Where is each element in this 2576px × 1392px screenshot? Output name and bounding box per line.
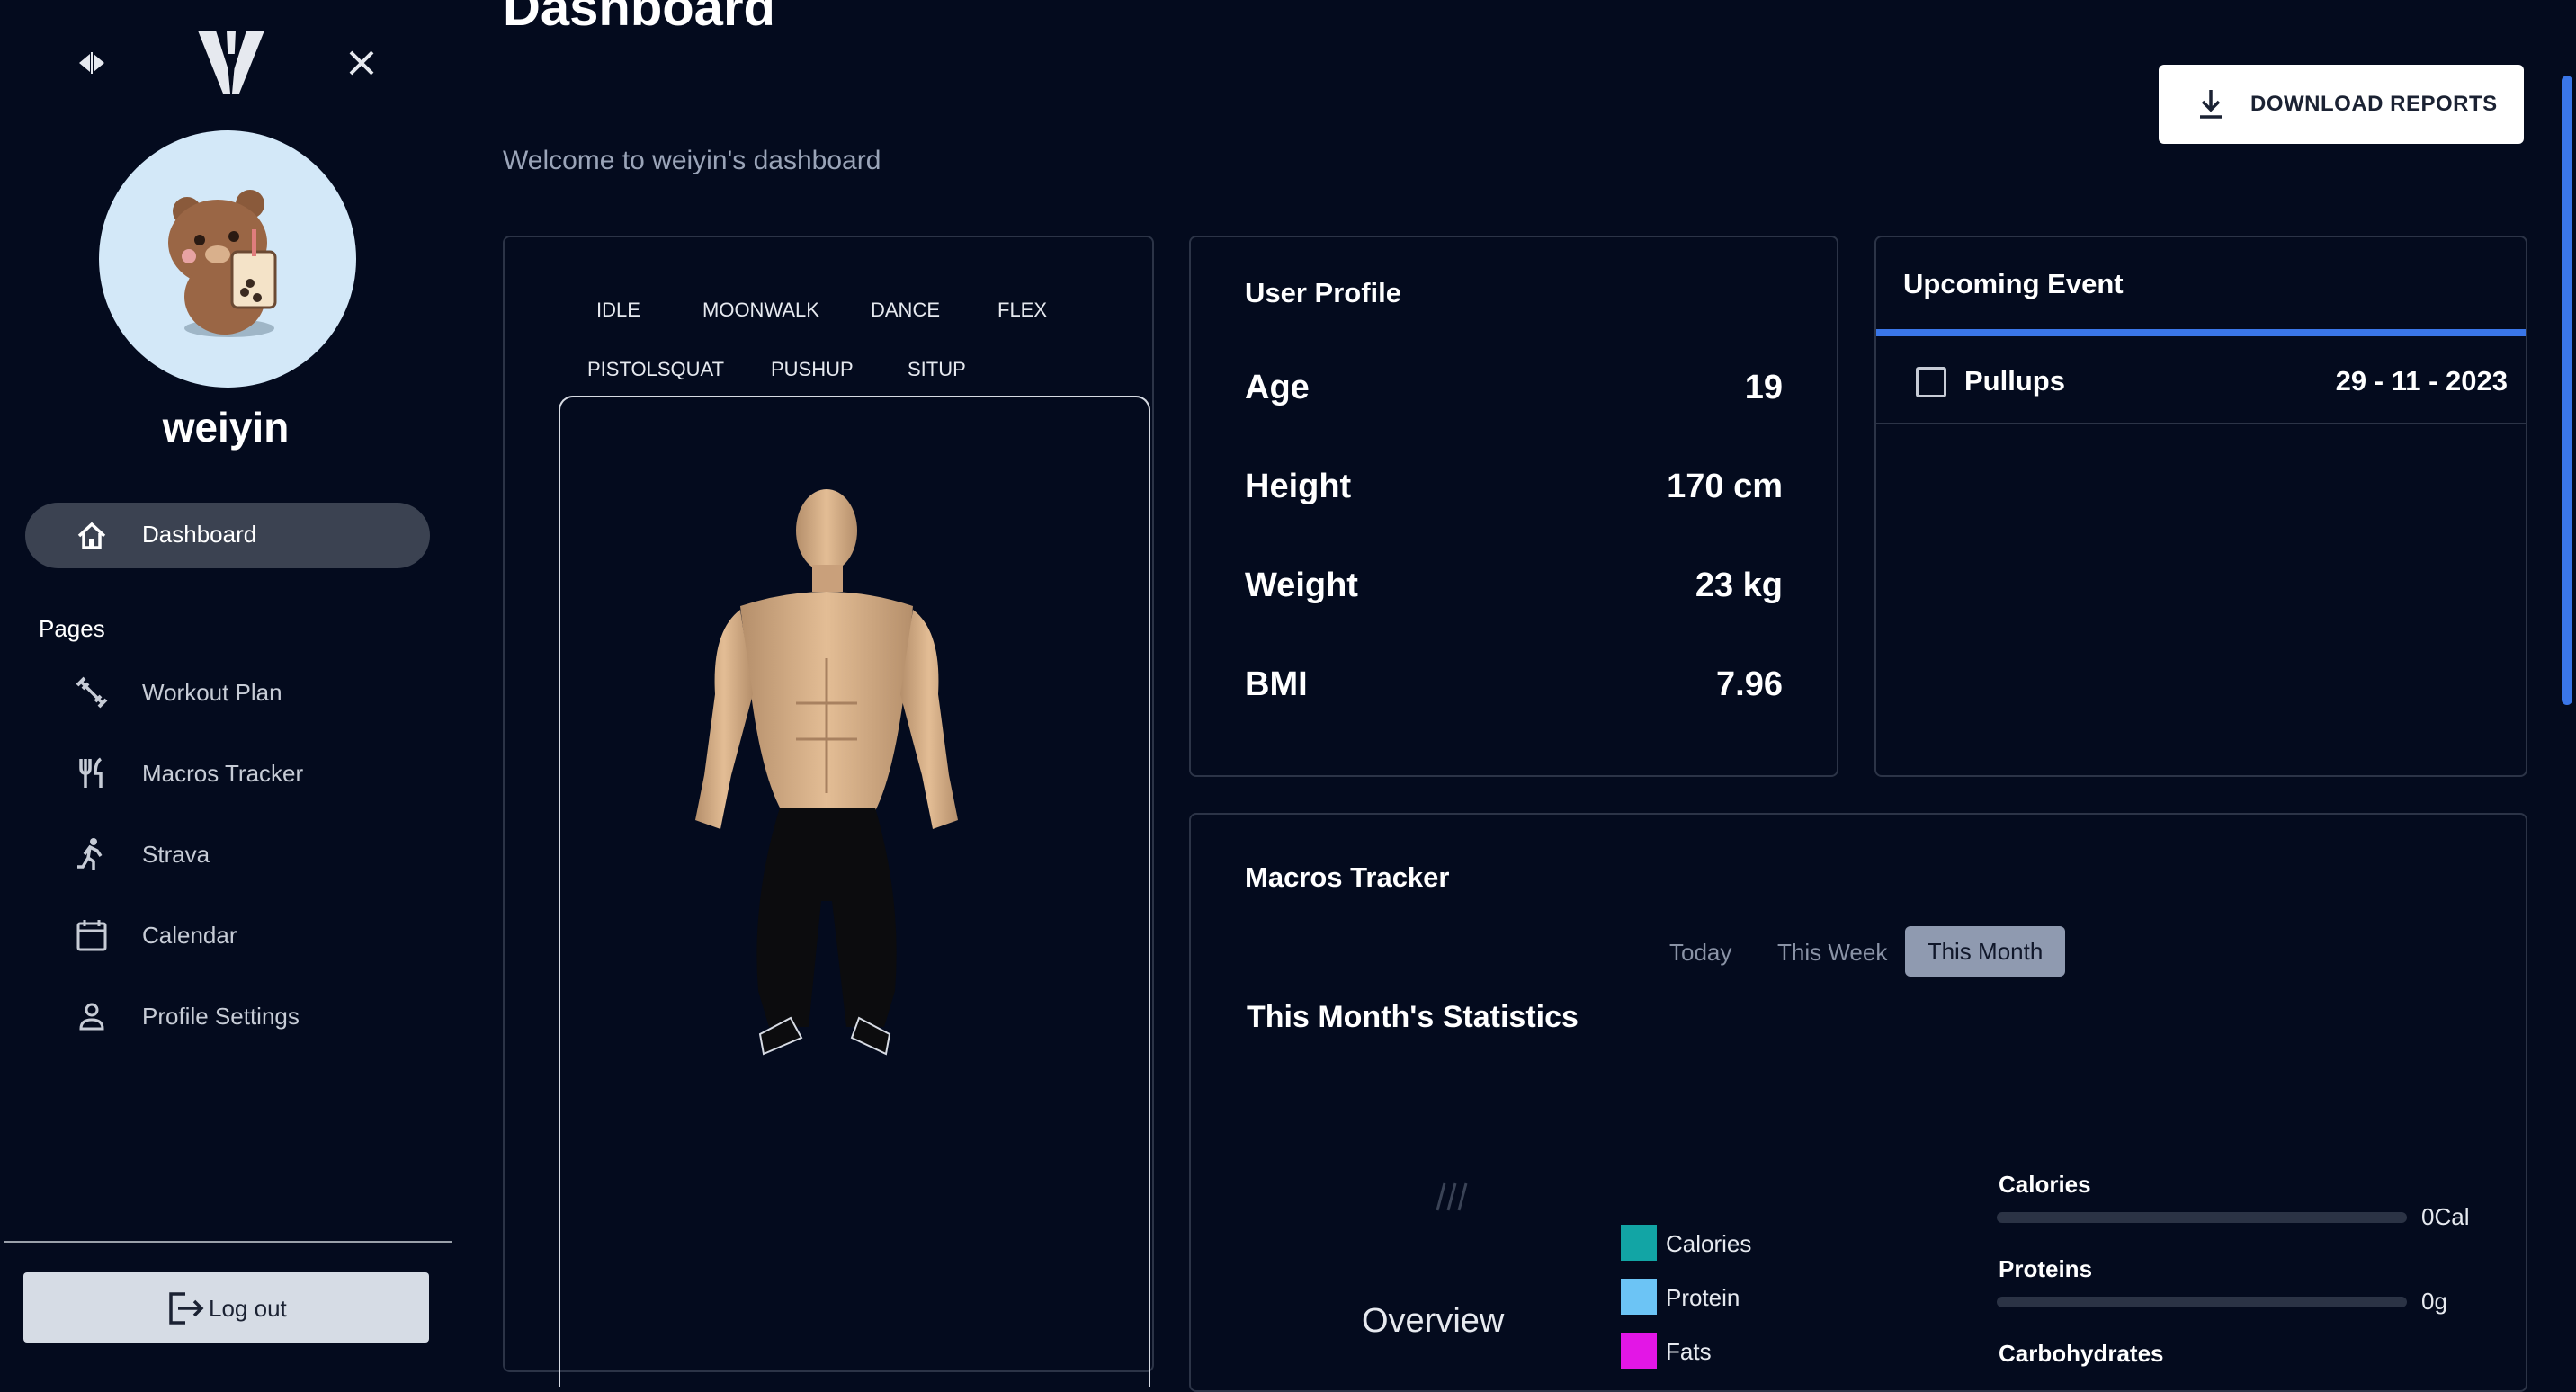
user-profile-card: User Profile Age 19 Height 170 cm Weight… (1189, 236, 1838, 777)
logout-label: Log out (209, 1295, 287, 1322)
sidebar-item-label: Workout Plan (142, 679, 282, 706)
logout-icon (165, 1290, 207, 1326)
anim-button-flex[interactable]: FLEX (997, 299, 1047, 322)
person-icon (74, 998, 110, 1034)
event-checkbox[interactable] (1916, 367, 1946, 397)
event-date: 29 - 11 - 2023 (2335, 365, 2508, 397)
tab-this-week[interactable]: This Week (1777, 939, 1887, 967)
collapse-sidebar-icon[interactable] (74, 45, 110, 81)
profile-label-weight: Weight (1245, 567, 1358, 604)
sidebar-item-label: Profile Settings (142, 1003, 300, 1030)
profile-label-height: Height (1245, 468, 1352, 505)
legend-swatch (1621, 1333, 1657, 1369)
username: weiyin (162, 404, 290, 451)
sidebar-item-label: Dashboard (142, 521, 257, 548)
upcoming-event-accent-bar (1876, 329, 2526, 336)
sidebar-item-profile-settings[interactable]: Profile Settings (27, 989, 423, 1043)
profile-value-bmi: 7.96 (1716, 665, 1783, 703)
anim-button-moonwalk[interactable]: MOONWALK (702, 299, 819, 322)
app-logo (191, 27, 272, 99)
model-viewer-card: IDLE MOONWALK DANCE FLEX PISTOLSQUAT PUS… (503, 236, 1154, 1387)
avatar (99, 130, 356, 388)
macro-progress-calories (1997, 1212, 2407, 1223)
utensils-icon (74, 755, 110, 791)
anim-button-situp[interactable]: SITUP (908, 358, 966, 381)
sidebar-item-label: Macros Tracker (142, 760, 304, 787)
sidebar-item-label: Strava (142, 841, 210, 868)
macro-label-proteins: Proteins (1999, 1255, 2093, 1282)
macro-value-proteins: 0g (2421, 1288, 2447, 1315)
anim-button-pushup[interactable]: PUSHUP (771, 358, 854, 381)
page-title: Dashboard (503, 0, 775, 37)
sidebar-item-macros-tracker[interactable]: Macros Tracker (27, 746, 423, 800)
upcoming-event-title: Upcoming Event (1903, 268, 2124, 299)
download-icon (2196, 88, 2225, 120)
legend-swatch (1621, 1225, 1657, 1261)
sidebar-item-workout-plan[interactable]: Workout Plan (27, 665, 423, 719)
legend-label: Calories (1666, 1230, 1752, 1257)
running-icon (74, 836, 110, 872)
event-name: Pullups (1964, 365, 2065, 397)
3d-model-viewer[interactable] (559, 396, 1150, 1387)
sidebar-divider (4, 1241, 452, 1243)
anim-button-pistolsquat[interactable]: PISTOLSQUAT (587, 358, 724, 381)
profile-label-age: Age (1245, 369, 1310, 406)
macro-label-calories: Calories (1999, 1171, 2091, 1198)
dumbbell-icon (74, 674, 110, 710)
sidebar-item-label: Calendar (142, 922, 237, 949)
calendar-icon (74, 917, 110, 953)
statistics-title: This Month's Statistics (1247, 1000, 1579, 1034)
macros-tracker-title: Macros Tracker (1245, 861, 1450, 893)
tab-today[interactable]: Today (1669, 939, 1731, 967)
sidebar-item-strava[interactable]: Strava (27, 827, 423, 881)
sidebar-header (0, 27, 452, 99)
sidebar-item-dashboard[interactable]: Dashboard (25, 503, 430, 568)
macros-tracker-card: Macros Tracker Today This Week This Mont… (1189, 813, 2527, 1392)
user-profile-title: User Profile (1245, 277, 1402, 308)
chart-loading-placeholder (1436, 1182, 1468, 1211)
page-scrollbar[interactable] (2562, 76, 2572, 705)
pages-section-title: Pages (39, 615, 105, 642)
profile-value-age: 19 (1744, 369, 1783, 406)
overview-label: Overview (1362, 1302, 1505, 1340)
sidebar-item-calendar[interactable]: Calendar (27, 908, 423, 962)
download-reports-button[interactable]: DOWNLOAD REPORTS (2159, 65, 2524, 144)
download-reports-label: DOWNLOAD REPORTS (2250, 92, 2498, 116)
profile-value-height: 170 cm (1667, 468, 1783, 505)
anim-button-dance[interactable]: DANCE (871, 299, 940, 322)
upcoming-event-card: Upcoming Event Pullups 29 - 11 - 2023 (1874, 236, 2527, 777)
logout-button[interactable]: Log out (23, 1272, 429, 1343)
event-row: Pullups 29 - 11 - 2023 (1876, 340, 2526, 424)
tab-this-month[interactable]: This Month (1905, 926, 2065, 977)
legend-label: Fats (1666, 1338, 1712, 1365)
legend-label: Protein (1666, 1284, 1740, 1311)
character-model (695, 489, 958, 1056)
legend-swatch (1621, 1279, 1657, 1315)
anim-button-idle[interactable]: IDLE (596, 299, 640, 322)
home-icon (74, 518, 110, 554)
macro-progress-proteins (1997, 1297, 2407, 1307)
macro-value-calories: 0Cal (2421, 1203, 2470, 1230)
profile-label-bmi: BMI (1245, 665, 1308, 703)
close-icon[interactable] (344, 45, 380, 81)
welcome-text: Welcome to weiyin's dashboard (503, 146, 881, 175)
profile-value-weight: 23 kg (1695, 567, 1783, 604)
sidebar: weiyin Dashboard Pages Workout Plan Macr… (0, 0, 452, 1354)
